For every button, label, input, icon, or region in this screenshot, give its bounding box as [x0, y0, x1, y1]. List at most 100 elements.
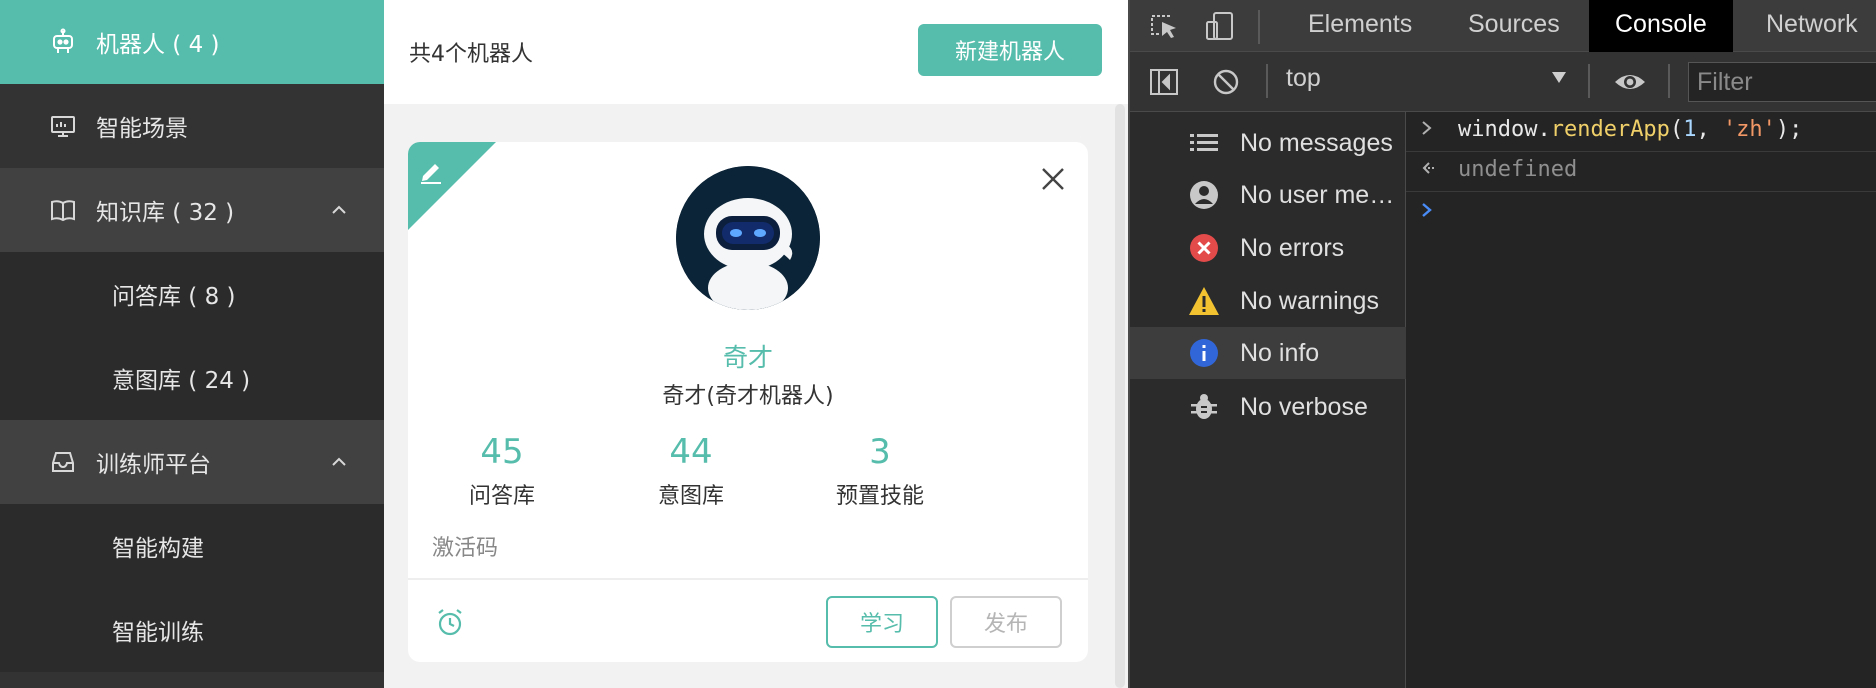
learn-button[interactable]: 学习 [826, 596, 938, 648]
code-token: 1 [1683, 117, 1697, 142]
filter-label: No info [1240, 338, 1320, 367]
filter-errors[interactable]: No errors [1128, 222, 1406, 274]
code-token: 'zh' [1722, 117, 1776, 142]
toolbar-separator [1668, 64, 1670, 98]
list-icon [1188, 127, 1220, 159]
warning-icon [1188, 285, 1220, 317]
scrollbar-thumb[interactable] [1115, 104, 1125, 688]
new-robot-button[interactable]: 新建机器人 [918, 24, 1102, 76]
console-toolbar: top [1128, 52, 1876, 112]
card-divider [408, 578, 1088, 580]
error-icon [1188, 232, 1220, 264]
filter-warnings[interactable]: No warnings [1128, 275, 1406, 327]
stat-preset-skills: 3 预置技能 [770, 432, 990, 510]
return-arrow-icon [1420, 158, 1440, 183]
stat-value: 3 [869, 432, 891, 472]
filter-label: No verbose [1240, 392, 1368, 421]
code-token: ( [1669, 117, 1684, 142]
console-prompt-line[interactable] [1406, 194, 1876, 234]
chevron-right-icon [1420, 118, 1440, 143]
filter-label: No errors [1240, 233, 1345, 262]
tab-sources[interactable]: Sources [1442, 0, 1586, 52]
inspect-element-icon[interactable] [1146, 8, 1182, 44]
console-result: undefined [1458, 157, 1578, 182]
devtools-tabbar: Elements Sources Console Network [1128, 0, 1876, 52]
sidebar-item-intent-base[interactable]: 意图库 ( 24 ) [0, 336, 384, 420]
console-message-sidebar: No messages No user me… No errors No war… [1128, 112, 1406, 688]
chevron-up-icon [330, 201, 348, 219]
clear-console-icon[interactable] [1208, 64, 1244, 100]
sidebar-item-label: 智能场景 [96, 116, 188, 142]
prompt-chevron-icon [1420, 200, 1440, 225]
book-icon [48, 195, 78, 225]
filter-label: No warnings [1240, 286, 1379, 315]
main-content: 共4个机器人 新建机器人 奇才 奇才(奇才机器人) 45 问答库 44 意图库 … [384, 0, 1128, 688]
console-filter-input[interactable] [1688, 62, 1876, 102]
code-token: window. [1458, 117, 1551, 142]
activation-code-label: 激活码 [432, 536, 499, 561]
code-token: ); [1775, 117, 1803, 142]
inbox-icon [48, 447, 78, 477]
close-icon[interactable] [1036, 162, 1070, 196]
console-command: window.renderApp(1, 'zh'); [1458, 117, 1802, 142]
toolbar-separator [1588, 64, 1590, 98]
sidebar-item-smart-training[interactable]: 智能训练 [0, 588, 384, 672]
code-token: renderApp [1550, 117, 1670, 142]
console-input-line: window.renderApp(1, 'zh'); [1406, 112, 1876, 152]
main-topbar: 共4个机器人 新建机器人 [384, 0, 1128, 104]
sidebar-item-smart-build[interactable]: 智能构建 [0, 504, 384, 588]
devtools-panel: Elements Sources Console Network top Fil… [1128, 0, 1876, 688]
sidebar-item-label: 智能训练 [112, 620, 204, 646]
publish-button[interactable]: 发布 [950, 596, 1062, 648]
stat-label: 预置技能 [835, 484, 924, 509]
robot-icon [48, 27, 78, 57]
robot-card: 奇才 奇才(奇才机器人) 45 问答库 44 意图库 3 预置技能 激活码 学习… [408, 142, 1088, 662]
tab-network[interactable]: Network [1740, 0, 1876, 52]
filter-user-messages[interactable]: No user me… [1128, 169, 1406, 221]
sidebar-item-smart-scene[interactable]: 智能场景 [0, 84, 384, 168]
toolbar-separator [1266, 64, 1268, 98]
robot-avatar [676, 166, 820, 310]
robot-subtitle: 奇才(奇才机器人) [662, 384, 834, 409]
code-token: , [1696, 117, 1723, 142]
chevron-up-icon [330, 453, 348, 471]
console-output[interactable]: window.renderApp(1, 'zh'); undefined [1406, 112, 1876, 688]
edit-pencil-icon[interactable] [417, 156, 447, 186]
sidebar-item-label: 智能构建 [112, 536, 204, 562]
sidebar-item-label: 知识库 ( 32 ) [96, 200, 235, 226]
bug-icon [1188, 391, 1220, 423]
filter-verbose[interactable]: No verbose [1128, 381, 1406, 433]
console-result-line: undefined [1406, 152, 1876, 192]
filter-label: No messages [1240, 128, 1393, 157]
filter-messages[interactable]: No messages [1128, 117, 1406, 169]
sidebar-item-label: 问答库 ( 8 ) [112, 284, 236, 310]
sidebar-item-robots[interactable]: 机器人 ( 4 ) [0, 0, 384, 84]
device-toolbar-icon[interactable] [1202, 8, 1238, 44]
alarm-clock-icon[interactable] [434, 606, 466, 638]
context-dropdown-arrow-icon[interactable] [1552, 72, 1566, 83]
stat-label: 意图库 [657, 484, 724, 509]
sidebar: 机器人 ( 4 ) 智能场景 知识库 ( 32 ) 问答库 ( 8 ) 意图库 … [0, 0, 384, 688]
devtools-divider[interactable] [1128, 0, 1130, 688]
sidebar-item-trainer-platform[interactable]: 训练师平台 [0, 420, 384, 504]
robot-name[interactable]: 奇才 [408, 338, 1088, 374]
tab-elements[interactable]: Elements [1282, 0, 1438, 52]
stat-intent: 44 意图库 [581, 432, 801, 510]
sidebar-item-qa-base[interactable]: 问答库 ( 8 ) [0, 252, 384, 336]
robot-count-text: 共4个机器人 [409, 42, 533, 67]
main-scrollbar[interactable] [1112, 104, 1128, 688]
filter-info[interactable]: No info [1128, 327, 1406, 379]
sidebar-item-label: 训练师平台 [96, 452, 211, 478]
live-expression-eye-icon[interactable] [1612, 64, 1648, 100]
filter-label: No user me… [1240, 180, 1395, 209]
stat-value: 44 [669, 432, 713, 472]
sidebar-item-label: 意图库 ( 24 ) [112, 368, 251, 394]
user-icon [1188, 179, 1220, 211]
tabbar-separator [1258, 10, 1260, 44]
monitor-icon [48, 111, 78, 141]
sidebar-toggle-icon[interactable] [1146, 64, 1182, 100]
tab-console[interactable]: Console [1589, 0, 1733, 52]
context-selector[interactable]: top [1286, 64, 1321, 93]
sidebar-item-label: 机器人 ( 4 ) [96, 32, 220, 58]
sidebar-item-knowledge-base[interactable]: 知识库 ( 32 ) [0, 168, 384, 252]
